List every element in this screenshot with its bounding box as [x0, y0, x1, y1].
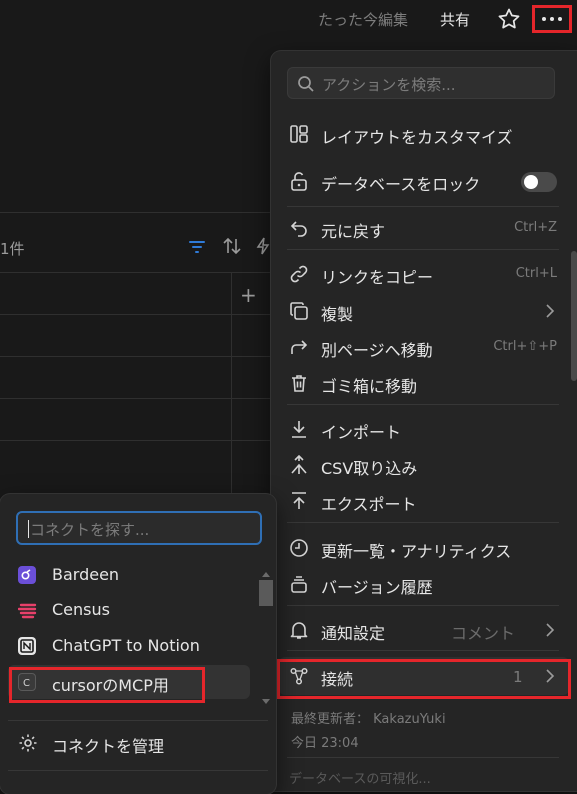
- menu-scrollbar[interactable]: [571, 51, 577, 791]
- connection-item-census[interactable]: Census: [8, 593, 250, 627]
- manage-connections-button[interactable]: コネクトを管理: [8, 726, 258, 760]
- menu-item-move-to-trash[interactable]: ゴミ箱に移動: [271, 366, 561, 400]
- menu-item-version-history[interactable]: バージョン履歴: [271, 567, 561, 601]
- record-count: 1件: [0, 240, 25, 258]
- menu-item-label: データベースをロック: [321, 175, 481, 194]
- menu-item-label: ゴミ箱に移動: [321, 377, 418, 396]
- version-history-icon: [291, 576, 307, 593]
- chevron-right-icon: [546, 623, 555, 637]
- connect-submenu: コネクトを探す... Bardeen Census ChatGPT to Not…: [0, 494, 276, 794]
- divider: [287, 206, 559, 207]
- menu-item-undo[interactable]: 元に戻す Ctrl+Z: [271, 211, 561, 245]
- menu-item-copy-link[interactable]: リンクをコピー Ctrl+L: [271, 257, 561, 291]
- menu-item-label: バージョン履歴: [321, 578, 433, 597]
- add-property-button[interactable]: +: [240, 283, 257, 307]
- connection-label: Bardeen: [52, 565, 120, 584]
- menu-item-label: エクスポート: [321, 495, 417, 514]
- menu-item-label: 通知設定: [321, 624, 386, 643]
- chevron-right-icon: [546, 304, 555, 318]
- toggle-knob: [524, 175, 538, 189]
- more-options-button[interactable]: [532, 5, 572, 33]
- menu-item-updates-analytics[interactable]: 更新一覧・アナリティクス: [271, 531, 561, 565]
- annotation-highlight-cursor-mcp: [9, 667, 205, 703]
- shortcut-label: Ctrl+⇧+P: [493, 339, 557, 354]
- connect-scrollbar[interactable]: [258, 570, 274, 710]
- share-button[interactable]: 共有: [440, 9, 470, 30]
- lock-toggle[interactable]: [521, 172, 557, 192]
- menu-item-import[interactable]: インポート: [271, 412, 561, 446]
- bell-icon: [290, 622, 308, 639]
- connection-item-chatgpt-to-notion[interactable]: ChatGPT to Notion: [8, 629, 250, 663]
- unlock-icon: [291, 172, 307, 191]
- search-icon: [298, 76, 314, 92]
- move-arrow-icon: [291, 340, 308, 354]
- search-placeholder: アクションを検索...: [322, 76, 456, 94]
- menu-item-customize-layout[interactable]: レイアウトをカスタマイズ: [271, 117, 561, 151]
- scrollbar-thumb[interactable]: [571, 251, 577, 381]
- import-icon: [292, 421, 306, 438]
- menu-item-label: 元に戻す: [321, 222, 386, 241]
- shortcut-label: Ctrl+Z: [514, 220, 557, 235]
- divider: [287, 522, 559, 523]
- scroll-down-arrow-icon[interactable]: [258, 698, 274, 706]
- connection-label: ChatGPT to Notion: [52, 636, 200, 655]
- more-horizontal-icon: [542, 17, 546, 21]
- text-caret: [28, 520, 29, 538]
- connect-search-placeholder: コネクトを探す...: [30, 521, 150, 539]
- menu-item-label: 複製: [321, 305, 354, 324]
- divider: [0, 212, 272, 213]
- scrollbar-thumb[interactable]: [259, 580, 273, 606]
- trash-icon: [292, 375, 306, 392]
- gear-icon: [19, 734, 37, 752]
- truncated-footer-text: データベースの可視化...: [289, 772, 431, 787]
- notification-value: コメント: [451, 624, 516, 643]
- annotation-highlight-connections: [277, 659, 571, 699]
- menu-item-label: 別ページへ移動: [321, 341, 433, 360]
- action-search-input[interactable]: アクションを検索...: [287, 67, 555, 99]
- menu-item-move-to[interactable]: 別ページへ移動 Ctrl+⇧+P: [271, 330, 561, 364]
- scroll-up-arrow-icon[interactable]: [258, 570, 274, 578]
- menu-item-label: 更新一覧・アナリティクス: [321, 542, 512, 561]
- bardeen-logo: [18, 566, 36, 584]
- undo-icon: [290, 221, 307, 237]
- divider: [287, 650, 559, 651]
- connect-search-input[interactable]: コネクトを探す...: [16, 511, 262, 545]
- last-edited-label: たった今編集: [318, 11, 409, 29]
- menu-item-label: リンクをコピー: [321, 268, 434, 287]
- favorite-button[interactable]: [496, 6, 522, 32]
- menu-item-csv-import[interactable]: CSV取り込み: [271, 448, 561, 482]
- divider: [287, 249, 559, 250]
- shortcut-label: Ctrl+L: [515, 266, 557, 281]
- menu-item-label: レイアウトをカスタマイズ: [321, 128, 513, 147]
- menu-item-export[interactable]: エクスポート: [271, 484, 561, 518]
- link-icon: [290, 265, 308, 283]
- layout-icon: [290, 125, 308, 143]
- connection-item-bardeen[interactable]: Bardeen: [8, 558, 250, 592]
- connection-label: Census: [52, 600, 110, 619]
- export-icon: [292, 492, 306, 509]
- divider: [287, 605, 559, 606]
- last-updated-time: 今日 23:04: [291, 736, 359, 751]
- notion-logo: [18, 637, 36, 655]
- census-logo: [17, 601, 37, 619]
- divider: [8, 720, 268, 721]
- last-updated-by: 最終更新者： KakazuYuki: [291, 712, 446, 727]
- sort-icon[interactable]: [222, 237, 242, 259]
- duplicate-icon: [290, 302, 308, 320]
- automation-icon[interactable]: [256, 237, 270, 259]
- menu-item-label: インポート: [321, 423, 402, 442]
- divider: [8, 770, 268, 771]
- csv-merge-icon: [291, 455, 307, 474]
- divider: [287, 757, 559, 758]
- star-icon: [498, 8, 520, 29]
- clock-icon: [290, 539, 308, 557]
- menu-item-label: CSV取り込み: [321, 459, 418, 478]
- menu-item-notification-settings[interactable]: 通知設定 コメント: [271, 613, 561, 647]
- table-column-divider: [231, 272, 232, 502]
- manage-connections-label: コネクトを管理: [52, 737, 165, 756]
- filter-icon[interactable]: [188, 239, 206, 258]
- menu-item-duplicate[interactable]: 複製: [271, 294, 561, 328]
- divider: [287, 404, 559, 405]
- menu-item-lock-database[interactable]: データベースをロック: [271, 164, 561, 198]
